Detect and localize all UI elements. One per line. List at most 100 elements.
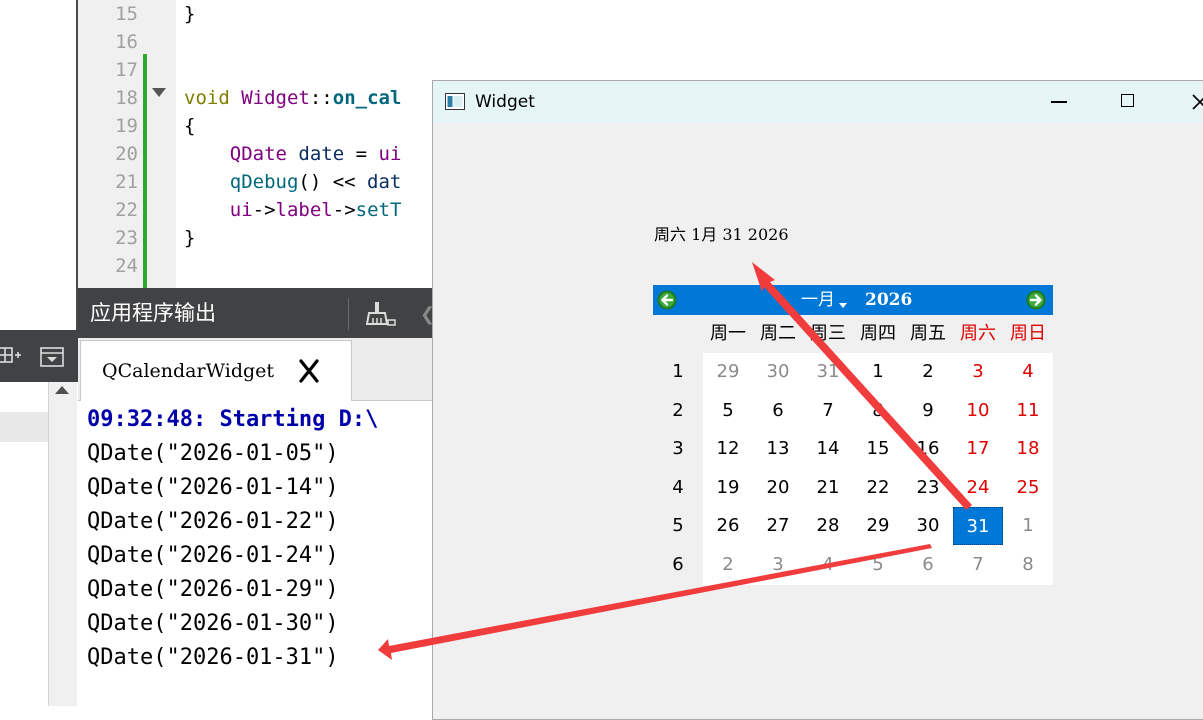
code-token: } bbox=[184, 227, 196, 249]
calendar-day[interactable]: 8 bbox=[1003, 546, 1053, 584]
code-token: qDebug bbox=[229, 171, 299, 193]
calendar-navigation-bar bbox=[653, 285, 1053, 315]
code-token: dat bbox=[367, 171, 402, 193]
calendar-day[interactable]: 5 bbox=[853, 546, 903, 584]
calendar-day[interactable]: 4 bbox=[803, 546, 853, 584]
calendar-day[interactable]: 4 bbox=[1003, 353, 1053, 391]
calendar-day[interactable]: 30 bbox=[903, 507, 953, 545]
calendar-day[interactable]: 5 bbox=[703, 392, 753, 430]
dropdown-menu-icon[interactable] bbox=[40, 347, 64, 367]
line-number: 21 bbox=[115, 171, 138, 193]
calendar-day[interactable]: 23 bbox=[903, 469, 953, 507]
calendar-day[interactable]: 12 bbox=[703, 430, 753, 468]
code-token: Widget bbox=[241, 87, 310, 109]
calendar-day[interactable]: 7 bbox=[953, 546, 1003, 584]
calendar-day[interactable]: 21 bbox=[803, 469, 853, 507]
calendar-day[interactable]: 26 bbox=[703, 507, 753, 545]
calendar-day[interactable]: 6 bbox=[753, 392, 803, 430]
code-line: void Widget::on_cal bbox=[184, 84, 401, 112]
calendar-day[interactable]: 14 bbox=[803, 430, 853, 468]
calendar-day[interactable]: 19 bbox=[703, 469, 753, 507]
output-line: QDate("2026-01-24") bbox=[87, 543, 339, 568]
calendar-day[interactable]: 18 bbox=[1003, 430, 1053, 468]
calendar-day[interactable]: 1 bbox=[1003, 507, 1053, 545]
calendar-day[interactable]: 31 bbox=[803, 353, 853, 391]
calendar-day[interactable]: 27 bbox=[753, 507, 803, 545]
output-line: QDate("2026-01-05") bbox=[87, 441, 339, 466]
calendar-day[interactable]: 3 bbox=[953, 353, 1003, 391]
code-token: void bbox=[184, 87, 230, 109]
widget-window: Widget 周六 1月 31 2026 一月 2026 周一 周二 周三 周四 周五周… bbox=[432, 80, 1203, 720]
output-line: QDate("2026-01-30") bbox=[87, 611, 339, 636]
calendar-day[interactable]: 7 bbox=[803, 392, 853, 430]
week-number: 2 bbox=[672, 399, 684, 421]
code-editor[interactable]: } void Widget::on_cal{ QDate date = ui qD… bbox=[176, 0, 434, 288]
calendar-day[interactable]: 2 bbox=[903, 353, 953, 391]
year-selector[interactable]: 2026 bbox=[865, 287, 912, 313]
scroll-up-icon[interactable] bbox=[55, 386, 69, 394]
side-list-selected-row[interactable] bbox=[0, 412, 48, 442]
calendar-day[interactable]: 1 bbox=[853, 353, 903, 391]
week-number: 6 bbox=[672, 553, 684, 575]
maximize-icon[interactable] bbox=[1121, 94, 1134, 107]
fold-arrow-icon[interactable] bbox=[152, 88, 166, 97]
calendar-day[interactable]: 15 bbox=[853, 430, 903, 468]
previous-month-icon[interactable] bbox=[657, 290, 677, 310]
week-number: 3 bbox=[672, 438, 684, 459]
code-token: on_cal bbox=[332, 87, 402, 109]
next-month-icon[interactable] bbox=[1026, 290, 1046, 310]
weekday-header: 周三 bbox=[810, 323, 846, 344]
calendar-widget[interactable]: 一月 2026 周一 周二 周三 周四 周五 周六 周日 1 29 30 31 1 2 3 4 2 5 6 7 8 9 1… bbox=[653, 285, 1053, 585]
line-number: 18 bbox=[115, 87, 138, 109]
toolbar-separator bbox=[348, 298, 349, 330]
output-line: QDate("2026-01-22") bbox=[87, 509, 339, 534]
calendar-day[interactable]: 24 bbox=[953, 469, 1003, 507]
chevron-down-icon[interactable] bbox=[839, 303, 847, 308]
line-number: 24 bbox=[115, 255, 138, 277]
calendar-day[interactable]: 28 bbox=[803, 507, 853, 545]
window-titlebar[interactable] bbox=[433, 81, 1203, 123]
calendar-day[interactable]: 29 bbox=[853, 507, 903, 545]
minimize-icon[interactable] bbox=[1051, 101, 1067, 103]
output-line: QDate("2026-01-29") bbox=[87, 577, 339, 602]
calendar-day[interactable]: 17 bbox=[953, 430, 1003, 468]
clear-output-icon[interactable] bbox=[366, 298, 396, 330]
code-token: ui bbox=[378, 143, 402, 165]
calendar-day[interactable]: 29 bbox=[703, 353, 753, 391]
code-line: QDate date = ui bbox=[184, 140, 402, 168]
weekday-header: 周日 bbox=[1010, 323, 1046, 344]
calendar-day-selected[interactable]: 31 bbox=[953, 507, 1003, 545]
vertical-scrollbar[interactable] bbox=[48, 382, 77, 706]
calendar-day[interactable]: 20 bbox=[753, 469, 803, 507]
code-token: { bbox=[184, 115, 196, 137]
calendar-day[interactable]: 3 bbox=[753, 546, 803, 584]
calendar-day[interactable]: 6 bbox=[903, 546, 953, 584]
code-token: () << bbox=[298, 171, 368, 193]
split-add-icon[interactable] bbox=[0, 342, 22, 368]
calendar-day[interactable]: 22 bbox=[853, 469, 903, 507]
output-line: QDate("2026-01-14") bbox=[87, 475, 339, 500]
calendar-day[interactable]: 13 bbox=[753, 430, 803, 468]
close-icon[interactable] bbox=[1191, 93, 1203, 111]
calendar-day[interactable]: 16 bbox=[903, 430, 953, 468]
code-token: setT bbox=[355, 199, 402, 221]
calendar-day[interactable]: 25 bbox=[1003, 469, 1053, 507]
calendar-day[interactable]: 8 bbox=[853, 392, 903, 430]
output-text[interactable]: 09:32:48: Starting D:\ QDate("2026-01-05"… bbox=[78, 401, 434, 706]
weekday-header: 周一 bbox=[710, 323, 746, 344]
close-tab-icon[interactable] bbox=[296, 358, 322, 384]
code-token: label bbox=[275, 199, 333, 221]
calendar-day[interactable]: 30 bbox=[753, 353, 803, 391]
calendar-day[interactable]: 9 bbox=[903, 392, 953, 430]
line-number: 15 bbox=[115, 3, 138, 25]
month-selector[interactable]: 一月 bbox=[801, 287, 835, 313]
week-number: 4 bbox=[672, 476, 684, 498]
calendar-day[interactable]: 11 bbox=[1003, 392, 1053, 430]
calendar-day[interactable]: 2 bbox=[703, 546, 753, 584]
calendar-day[interactable]: 10 bbox=[953, 392, 1003, 430]
